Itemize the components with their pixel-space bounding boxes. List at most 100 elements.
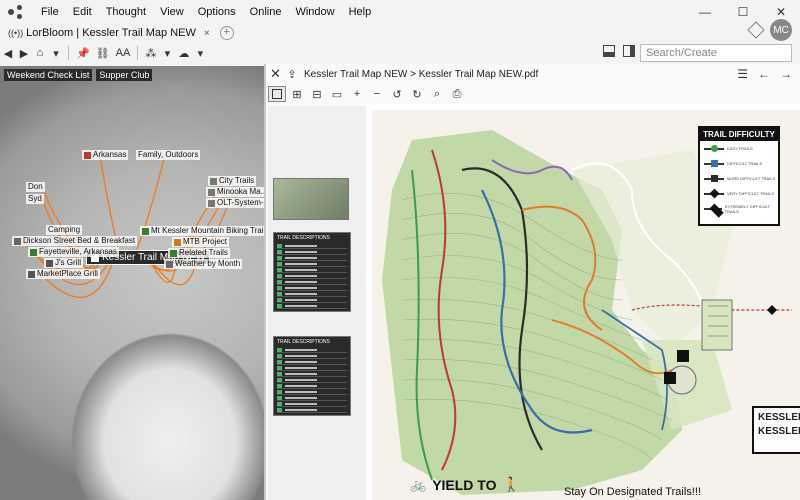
thumbnail-page-1[interactable] xyxy=(273,178,349,220)
split-view-icon[interactable]: ⊟ xyxy=(308,86,326,102)
thought-related-trails[interactable]: Related Trails xyxy=(168,248,230,258)
forward-icon[interactable]: ▶ xyxy=(16,44,32,62)
menu-window[interactable]: Window xyxy=(288,0,341,24)
back-icon[interactable]: ◀ xyxy=(0,44,16,62)
pane-layout-toggles xyxy=(603,45,635,57)
print-icon[interactable]: ⎙ xyxy=(448,86,466,102)
thought-js-grill-icon xyxy=(46,259,53,267)
legend-item: VERY DIFFICULT TRAILS xyxy=(700,186,778,201)
legend-item: MORE DIFFICULT TRAILS xyxy=(700,171,778,186)
menu-online[interactable]: Online xyxy=(243,0,289,24)
thought-arkansas[interactable]: Arkansas xyxy=(82,150,129,160)
account-area: MC xyxy=(747,19,792,41)
thought-dickson-street[interactable]: Dickson Street Bed & Breakfast xyxy=(12,236,138,246)
thought-weather-by-month[interactable]: Weather by Month xyxy=(164,259,243,269)
page-thumbnails: TRAIL DESCRIPTIONS TRAIL DESCRIPTIONS xyxy=(268,106,366,500)
menu-options[interactable]: Options xyxy=(191,0,243,24)
thought-links xyxy=(21,153,229,299)
thought-related-icon xyxy=(170,249,177,257)
thought-marketplace-icon xyxy=(28,270,35,278)
menu-file[interactable]: File xyxy=(34,0,66,24)
app-logo-icon[interactable] xyxy=(8,5,24,19)
back-arrow-icon[interactable]: ← xyxy=(758,67,770,81)
designated-trails-text: Stay On Designated Trails!!! xyxy=(564,486,701,498)
zoom-in-icon[interactable]: + xyxy=(348,86,366,102)
yield-to-sign: 🚲 YIELD TO 🚶 xyxy=(410,476,520,493)
thought-fayetteville[interactable]: Fayetteville, Arkansas xyxy=(28,247,119,257)
tab-kessler-trail-map[interactable]: ((•)) LorBloom | Kessler Trail Map NEW × xyxy=(0,24,216,42)
tab-close-icon[interactable]: × xyxy=(204,28,210,39)
new-tab-button[interactable]: + xyxy=(219,26,234,40)
rotate-right-icon[interactable]: ↻ xyxy=(408,86,426,102)
thought-dickson-icon xyxy=(14,237,21,245)
brain-view[interactable]: Weekend Check List Supper Club Arkansas … xyxy=(0,66,264,500)
toolbar-divider xyxy=(137,46,139,60)
menu-bar: File Edit Thought View Options Online Wi… xyxy=(0,0,800,24)
history-icon[interactable]: ▾ xyxy=(48,44,64,62)
view-options-icon[interactable]: ☰ xyxy=(737,67,748,81)
thought-city-trails[interactable]: City Trails xyxy=(208,176,257,186)
document-nav: ☰ ← → xyxy=(737,67,792,81)
layout-icon[interactable]: ⁂ xyxy=(142,44,159,62)
close-document-icon[interactable]: ✕ xyxy=(270,66,284,82)
cube-icon[interactable] xyxy=(747,21,765,39)
search-input[interactable] xyxy=(640,44,792,62)
trail-map: TRAIL DIFFICULTY EASY TRAILS DIFFICULT T… xyxy=(372,110,800,500)
font-size-button[interactable]: AA xyxy=(113,44,134,62)
link-icon[interactable]: ⛓ xyxy=(93,44,113,62)
bike-icon: 🚲 xyxy=(410,476,427,492)
pdf-page-area[interactable]: TRAIL DIFFICULTY EASY TRAILS DIFFICULT T… xyxy=(366,104,800,500)
tab-bar: ((•)) LorBloom | Kessler Trail Map NEW ×… xyxy=(0,24,800,42)
menu-help[interactable]: Help xyxy=(342,0,379,24)
thought-minooka[interactable]: Minooka Ma... xyxy=(206,187,264,197)
export-icon[interactable]: ⇪ xyxy=(284,65,300,83)
thought-arkansas-icon xyxy=(84,151,91,159)
menu-view[interactable]: View xyxy=(153,0,191,24)
thought-don[interactable]: Don xyxy=(26,182,45,192)
bottom-pane-icon[interactable] xyxy=(603,45,615,57)
toolbar-divider xyxy=(68,46,69,60)
thought-marketplace-grill[interactable]: MarketPlace Grill xyxy=(26,269,100,279)
grid-view-icon[interactable]: ⊞ xyxy=(288,86,306,102)
thought-fayetteville-icon xyxy=(30,248,37,256)
home-icon[interactable]: ⌂ xyxy=(32,44,48,62)
cloud-icon[interactable]: ☁ xyxy=(175,44,192,62)
thought-mt-kessler[interactable]: Mt Kessler Mountain Biking Trails xyxy=(140,226,264,236)
rotate-left-icon[interactable]: ↺ xyxy=(388,86,406,102)
zoom-out-icon[interactable]: − xyxy=(368,86,386,102)
tab-title: LorBloom | Kessler Trail Map NEW xyxy=(26,27,196,39)
document-header: ✕ ⇪ Kessler Trail Map NEW > Kessler Trai… xyxy=(266,64,800,84)
legend-item: EASY TRAILS xyxy=(700,141,778,156)
thought-city-trails-icon xyxy=(210,177,217,185)
thought-camping[interactable]: Camping xyxy=(46,225,83,235)
actual-size-icon[interactable]: ▭ xyxy=(328,86,346,102)
thought-mtb-icon xyxy=(174,238,181,246)
document-breadcrumb: Kessler Trail Map NEW > Kessler Trail Ma… xyxy=(304,68,539,80)
legend-item: DIFFICULT TRAILS xyxy=(700,156,778,171)
menu-thought[interactable]: Thought xyxy=(99,0,153,24)
layout-dropdown-icon[interactable]: ▾ xyxy=(159,44,175,62)
hiker-icon: 🚶 xyxy=(502,476,520,492)
document-viewer: ✕ ⇪ Kessler Trail Map NEW > Kessler Trai… xyxy=(266,64,800,500)
forward-arrow-icon[interactable]: → xyxy=(780,67,792,81)
avatar[interactable]: MC xyxy=(770,19,792,41)
cloud-dropdown-icon[interactable]: ▾ xyxy=(192,44,208,62)
broadcast-icon: ((•)) xyxy=(8,28,24,38)
right-pane-icon[interactable] xyxy=(623,45,635,57)
thought-syd[interactable]: Syd xyxy=(26,194,44,204)
menu-edit[interactable]: Edit xyxy=(66,0,99,24)
thumbnail-page-2[interactable]: TRAIL DESCRIPTIONS xyxy=(273,232,351,312)
thought-mtb-project[interactable]: MTB Project xyxy=(172,237,230,247)
thought-family-outdoors[interactable]: Family, Outdoors xyxy=(136,150,201,160)
thumbnail-page-3[interactable]: TRAIL DESCRIPTIONS xyxy=(273,336,351,416)
app-window: File Edit Thought View Options Online Wi… xyxy=(0,0,800,500)
search-icon[interactable]: ⌕ xyxy=(428,86,446,102)
thought-js-grill[interactable]: J's Grill xyxy=(44,258,83,268)
pin-icon[interactable]: 📌 xyxy=(73,44,93,62)
kessler-sign: KESSLER KESSLER xyxy=(752,406,800,454)
sidebar-toggle-icon[interactable] xyxy=(268,86,286,102)
thought-olt-icon xyxy=(208,199,215,207)
minimize-button[interactable]: — xyxy=(686,0,724,24)
thought-olt-system[interactable]: OLT-System-... xyxy=(206,198,264,208)
thought-mt-kessler-icon xyxy=(142,227,149,235)
